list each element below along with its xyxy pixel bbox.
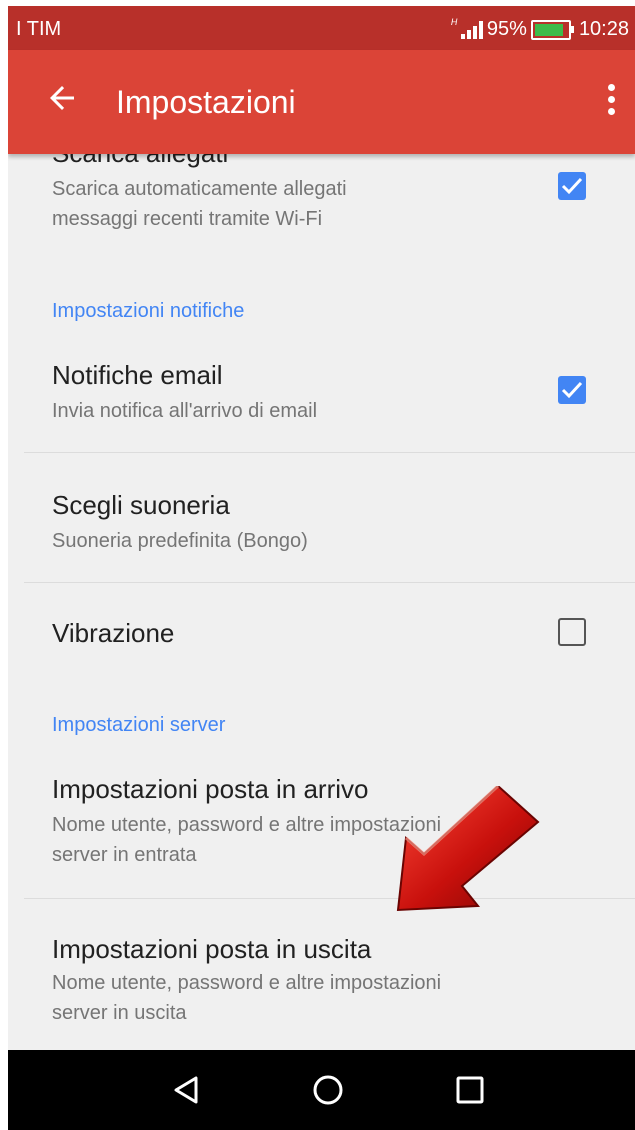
outgoing-subtitle-1: Nome utente, password e altre impostazio… [52,972,442,994]
battery-percent: 95% [486,18,527,40]
outgoing-title: Impostazioni posta in uscita [52,934,372,964]
more-vert-icon[interactable] [605,84,617,120]
network-type-label: H [450,16,458,27]
download-subtitle-2: messaggi recenti tramite Wi-Fi [52,208,323,230]
red-pointer-arrow-icon [396,786,540,912]
app-bar: Impostazioni [8,50,635,154]
ringtone-title: Scegli suoneria [52,490,230,520]
navigation-bar [8,1050,635,1130]
download-title: Scarica allegati [52,154,228,169]
nav-recents-icon[interactable] [452,1072,488,1108]
outgoing-subtitle-2: server in uscita [52,1002,187,1024]
status-bar: I TIM H 95% 10:28 [8,6,635,50]
email-notifications-subtitle: Invia notifica all'arrivo di email [52,400,318,422]
email-notifications-checkbox[interactable] [558,376,586,404]
download-checkbox[interactable] [558,172,586,200]
page-title: Impostazioni [116,84,296,120]
clock: 10:28 [578,18,629,40]
divider [24,582,635,583]
vibration-checkbox[interactable] [558,618,586,646]
carrier-label: I TIM [16,18,62,40]
incoming-title: Impostazioni posta in arrivo [52,774,369,804]
arrow-back-icon[interactable] [44,80,80,116]
signal-icon: H [451,17,483,39]
divider [24,452,635,453]
section-server: Impostazioni server [52,714,226,736]
section-notifications: Impostazioni notifiche [52,300,245,322]
download-subtitle-1: Scarica automaticamente allegati [52,178,347,200]
vibration-title: Vibrazione [52,618,175,648]
status-icons: H 95% 10:28 [451,17,629,41]
nav-home-icon[interactable] [310,1072,346,1108]
nav-back-icon[interactable] [168,1072,204,1108]
phone-screen: I TIM H 95% 10:28 Impostazioni Scarica a… [8,6,635,1130]
ringtone-subtitle: Suoneria predefinita (Bongo) [52,530,308,552]
email-notifications-title: Notifiche email [52,360,223,390]
battery-icon [530,19,574,40]
